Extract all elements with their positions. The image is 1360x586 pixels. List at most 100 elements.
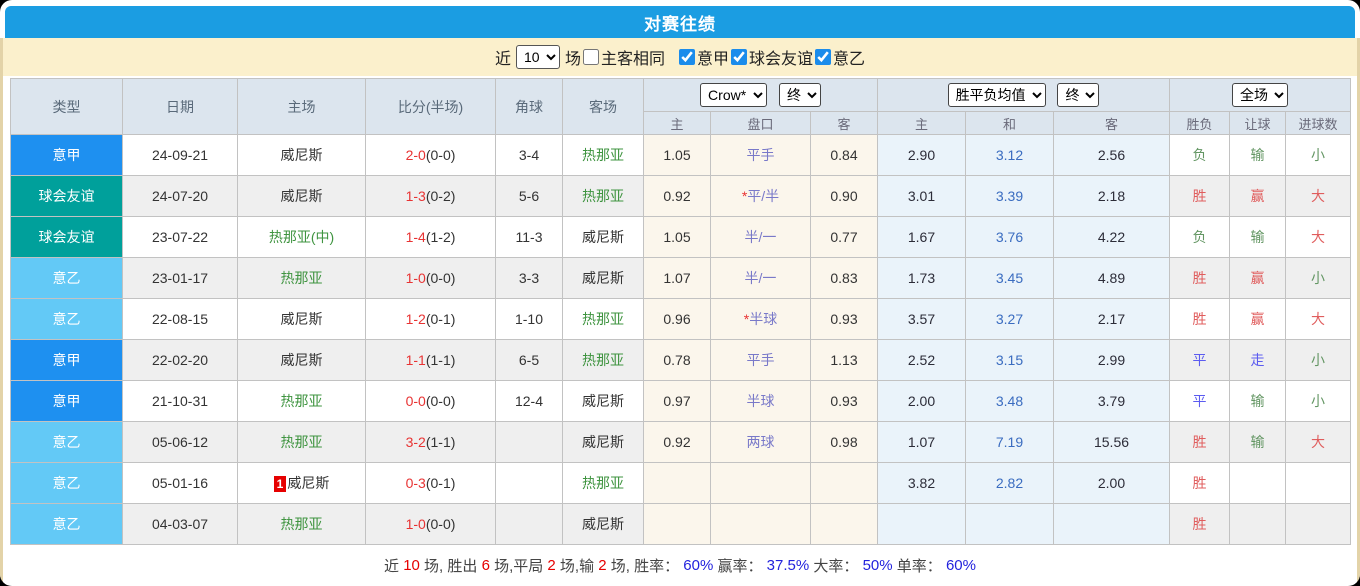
goals-result-cell: 大: [1285, 216, 1352, 258]
table-row: 意乙 22-08-15 威尼斯 1-2(0-1) 1-10 热那亚 0.96 *…: [10, 298, 1352, 340]
away-team-cell: 热那亚: [562, 462, 644, 504]
home-team-cell: 热那亚: [237, 503, 366, 545]
home-team-name[interactable]: 威尼斯: [287, 475, 329, 491]
away-team-name[interactable]: 热那亚: [582, 352, 624, 368]
home-team-name[interactable]: 威尼斯: [281, 352, 323, 368]
eu-away-odds-cell: [1052, 503, 1171, 545]
same-venue-filter: 主客相同: [581, 45, 665, 69]
home-team-name[interactable]: 威尼斯: [281, 147, 323, 163]
ah-home-odds-cell: 1.07: [643, 257, 711, 299]
home-team-name[interactable]: 威尼斯: [281, 311, 323, 327]
ah-line-text: 平手: [746, 147, 775, 163]
corner-cell: [495, 462, 563, 504]
subcol-result: 胜负: [1169, 111, 1231, 135]
euro-time-select[interactable]: 终: [1057, 83, 1100, 107]
col-header-type: 类型: [10, 78, 123, 135]
goals-result-cell: 大: [1285, 175, 1352, 217]
ah-away-odds-cell: [810, 503, 878, 545]
euro-odds-select[interactable]: 胜平负均值: [947, 83, 1046, 107]
eu-away-odds-cell: 4.22: [1052, 216, 1171, 258]
table-row: 球会友谊 23-07-22 热那亚(中) 1-4(1-2) 11-3 威尼斯 1…: [10, 216, 1352, 258]
away-team-name[interactable]: 威尼斯: [582, 393, 624, 409]
corner-cell: 12-4: [495, 380, 563, 422]
score-cell: 3-2(1-1): [365, 421, 496, 463]
handicap-time-select[interactable]: 终: [778, 83, 821, 107]
rank-badge: 1: [273, 476, 287, 492]
away-team-name[interactable]: 热那亚: [582, 188, 624, 204]
away-team-name[interactable]: 威尼斯: [582, 434, 624, 450]
score-cell: 0-0(0-0): [365, 380, 496, 422]
fulltime-score: 1-1: [405, 352, 426, 368]
home-team-cell: 威尼斯: [237, 134, 366, 176]
same-venue-checkbox[interactable]: [582, 49, 599, 65]
away-team-name[interactable]: 威尼斯: [582, 516, 624, 532]
seriea-checkbox[interactable]: [679, 49, 695, 65]
summary-segment: 60%: [945, 556, 976, 574]
filter-bar: 近 10 场 主客相同 意甲 球会友谊 意乙: [3, 38, 1357, 76]
eu-home-odds-cell: 3.82: [877, 462, 966, 504]
handicap-result-cell: 输: [1229, 421, 1287, 463]
home-team-cell: 热那亚(中): [237, 216, 366, 258]
match-count-select[interactable]: 10: [515, 45, 560, 69]
summary-segment: 6: [481, 556, 490, 574]
serieb-checkbox[interactable]: [815, 49, 832, 65]
scope-select[interactable]: 全场: [1232, 83, 1289, 107]
title-bar: 对赛往绩: [5, 6, 1355, 38]
league-type-cell: 意甲: [10, 339, 123, 381]
eu-away-odds-cell: 2.99: [1052, 339, 1171, 381]
eu-away-odds-cell: 3.79: [1052, 380, 1171, 422]
score-cell: 1-2(0-1): [365, 298, 496, 340]
eu-draw-odds-cell: 3.48: [965, 380, 1054, 422]
eu-draw-odds-cell: 3.39: [965, 175, 1054, 217]
date-cell: 21-10-31: [122, 380, 238, 422]
score-cell: 1-3(0-2): [365, 175, 496, 217]
home-team-name[interactable]: 热那亚: [281, 516, 323, 532]
home-team-name[interactable]: 热那亚(中): [269, 229, 334, 245]
halftime-score: (0-0): [425, 516, 456, 532]
away-team-name[interactable]: 威尼斯: [582, 229, 624, 245]
halftime-score: (0-1): [425, 311, 456, 327]
date-cell: 05-06-12: [122, 421, 238, 463]
summary-segment: 近: [384, 557, 404, 575]
ah-away-odds-cell: 0.90: [810, 175, 878, 217]
subcol-ah-line: 盘口: [710, 111, 811, 135]
fulltime-score: 3-2: [405, 434, 426, 450]
eu-draw-odds-cell: 3.12: [965, 134, 1054, 176]
friendly-checkbox[interactable]: [731, 49, 748, 65]
eu-home-odds-cell: 1.67: [877, 216, 966, 258]
ah-home-odds-cell: [643, 462, 711, 504]
eu-home-odds-cell: 1.73: [877, 257, 966, 299]
handicap-result-cell: 赢: [1229, 175, 1287, 217]
odds-company-select[interactable]: Crow*: [700, 83, 768, 107]
away-team-name[interactable]: 热那亚: [582, 475, 624, 491]
league-type-cell: 球会友谊: [10, 175, 123, 217]
result-cell: 平: [1169, 339, 1231, 381]
subcol-handicap-result: 让球: [1229, 111, 1287, 135]
home-team-name[interactable]: 热那亚: [281, 393, 323, 409]
away-team-cell: 威尼斯: [562, 216, 644, 258]
result-cell: 负: [1169, 134, 1231, 176]
ah-home-odds-cell: 0.96: [643, 298, 711, 340]
result-cell: 负: [1169, 216, 1231, 258]
date-cell: 05-01-16: [122, 462, 238, 504]
eu-home-odds-cell: 2.52: [877, 339, 966, 381]
eu-draw-odds-cell: 3.76: [965, 216, 1054, 258]
away-team-name[interactable]: 威尼斯: [582, 270, 624, 286]
home-team-name[interactable]: 热那亚: [281, 270, 323, 286]
eu-home-odds-cell: 1.07: [877, 421, 966, 463]
ah-line-text: 平手: [746, 352, 775, 368]
table-row: 意乙 05-06-12 热那亚 3-2(1-1) 威尼斯 0.92 两球 0.9…: [10, 421, 1352, 463]
away-team-name[interactable]: 热那亚: [582, 147, 624, 163]
home-team-name[interactable]: 威尼斯: [281, 188, 323, 204]
league-filter-serieb: 意乙: [813, 45, 865, 69]
away-team-name[interactable]: 热那亚: [582, 311, 624, 327]
corner-cell: 5-6: [495, 175, 563, 217]
halftime-score: (1-2): [425, 229, 456, 245]
eu-away-odds-cell: 15.56: [1052, 421, 1171, 463]
table-row: 意乙 23-01-17 热那亚 1-0(0-0) 3-3 威尼斯 1.07 半/…: [10, 257, 1352, 299]
eu-home-odds-cell: [877, 503, 966, 545]
fulltime-score: 1-3: [405, 188, 426, 204]
home-team-name[interactable]: 热那亚: [281, 434, 323, 450]
result-cell: 胜: [1169, 298, 1231, 340]
scope-group-header: 全场: [1169, 78, 1352, 112]
